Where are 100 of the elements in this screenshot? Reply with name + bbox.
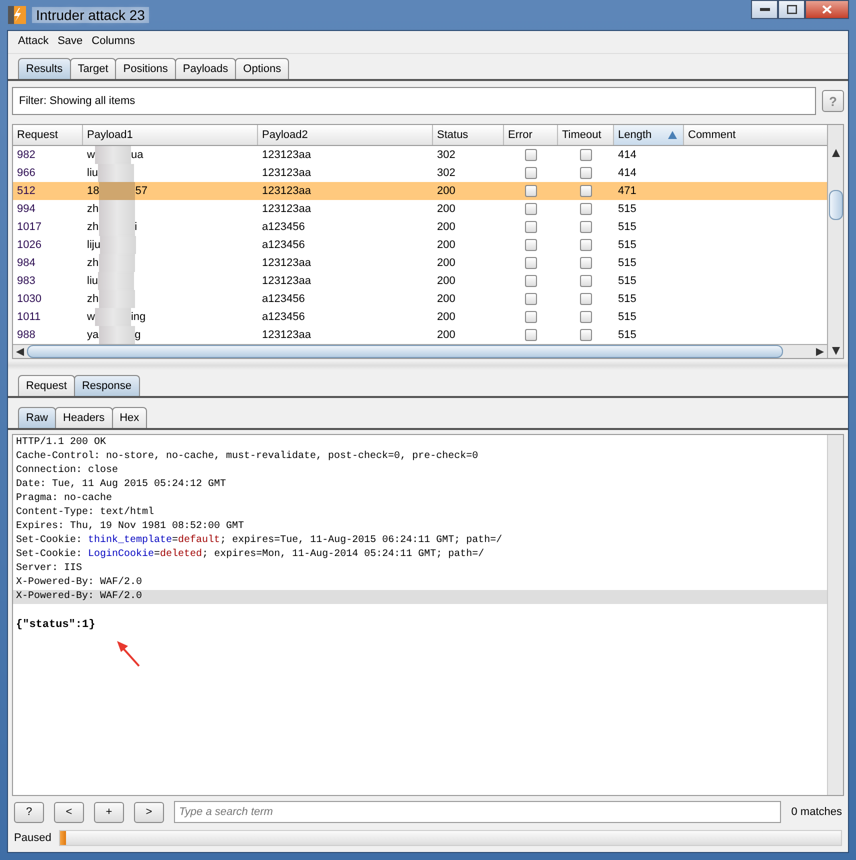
scroll-thumb[interactable]: [828, 190, 842, 220]
tab[interactable]: Request: [18, 375, 75, 396]
table-cell-text: 200: [436, 257, 456, 269]
table-row[interactable]: 1030 zh a123456 200 515: [13, 290, 827, 308]
search-field[interactable]: Type a search term: [174, 801, 782, 823]
response-line: Connection: close: [15, 464, 120, 478]
search-toolbar-button[interactable]: +: [94, 802, 124, 822]
response-line: X-Powered-By: WAF/2.0: [15, 576, 144, 590]
menu-item[interactable]: Attack: [18, 35, 49, 49]
table-row[interactable]: 1017 zh i a123456 200 515: [13, 218, 827, 236]
match-count: 0 matches: [791, 806, 842, 818]
tab[interactable]: Hex: [112, 407, 148, 428]
tab[interactable]: Headers: [55, 407, 113, 428]
table-cell-text: 414: [617, 167, 638, 179]
tab[interactable]: Raw: [18, 407, 56, 428]
response-line: Set-Cookie: LoginCookie=deleted; expires=Mon, 11-Aug-2014 05:24:11 GMT; path=/: [15, 548, 486, 562]
menu-item[interactable]: Columns: [92, 35, 136, 49]
response-line: Expires: Thu, 19 Nov 1981 08:52:00 GMT: [15, 520, 246, 534]
scroll-up-icon: [832, 149, 840, 157]
table-cell-text: 200: [436, 275, 456, 287]
table-cell-text: 515: [617, 311, 638, 323]
response-line: Cache-Control: no-store, no-cache, must-revalidate, post-check=0, pre-check=0: [15, 450, 480, 464]
redaction-blur: [98, 326, 135, 344]
column-header[interactable]: Length: [614, 125, 684, 145]
cell-text: liu: [87, 167, 98, 179]
cell-text: w: [87, 311, 95, 323]
splitter-handle[interactable]: [8, 361, 848, 370]
close-button[interactable]: [805, 0, 849, 19]
table-row[interactable]: 512 18 57 123123aa 200 471: [13, 182, 827, 200]
tab[interactable]: Payloads: [174, 58, 236, 79]
cell-text: zh: [87, 257, 99, 269]
minimize-icon: [760, 8, 770, 12]
table-cell-text: a123456: [261, 311, 306, 323]
table-cell-text: 515: [617, 221, 638, 233]
response-line: Server: IIS: [15, 562, 84, 576]
table-row[interactable]: 966 liu 123123aa 302 414: [13, 164, 827, 182]
maximize-button[interactable]: [778, 0, 805, 19]
search-toolbar-button[interactable]: <: [54, 802, 84, 822]
table-cell-text: 200: [436, 311, 456, 323]
minimize-button[interactable]: [751, 0, 778, 19]
menu-item[interactable]: Save: [58, 35, 83, 49]
table-cell-text: 200: [436, 203, 456, 215]
table-row[interactable]: 994 zh 123123aa 200 515: [13, 200, 827, 218]
table-cell-text: 200: [436, 239, 456, 251]
table-cell-text: 123123aa: [261, 275, 312, 287]
cell-text: zh: [87, 221, 99, 233]
table-cell-text: 123123aa: [261, 185, 312, 197]
vertical-scrollbar[interactable]: [827, 435, 843, 795]
table-cell-text: a123456: [261, 239, 306, 251]
column-header[interactable]: Payload2: [258, 125, 433, 145]
tab[interactable]: Results: [18, 58, 71, 79]
table-cell-text: 966: [16, 167, 36, 179]
table-row[interactable]: 984 zh 123123aa 200 515: [13, 254, 827, 272]
scroll-right-icon: [816, 348, 824, 356]
column-header[interactable]: Payload1: [83, 125, 258, 145]
table-cell-text: 1017: [16, 221, 42, 233]
cell-text: liju: [87, 239, 100, 251]
table-cell-text: 988: [16, 329, 36, 341]
table-row[interactable]: 1011 w ing a123456 200 515: [13, 308, 827, 326]
column-label: Payload2: [262, 129, 308, 141]
table-row[interactable]: 982 w ua 123123aa 302 414: [13, 146, 827, 164]
search-toolbar-button[interactable]: ?: [14, 802, 44, 822]
tab[interactable]: Target: [70, 58, 116, 79]
search-toolbar-button[interactable]: >: [134, 802, 164, 822]
table-cell-text: 1026: [16, 239, 42, 251]
table-row[interactable]: 988 ya g 123123aa 200 515: [13, 326, 827, 344]
cell-text: g: [134, 329, 141, 341]
sort-ascending-icon: [668, 131, 677, 139]
column-header[interactable]: Error: [504, 125, 558, 145]
scroll-down-icon: [832, 347, 840, 355]
table-cell-text: 123123aa: [261, 167, 312, 179]
column-header[interactable]: Comment: [684, 125, 827, 145]
lightning-icon: [8, 6, 26, 24]
table-row[interactable]: 983 liu 123123aa 200 515: [13, 272, 827, 290]
table-cell-text: 123123aa: [261, 257, 312, 269]
column-label: Request: [17, 129, 58, 141]
scroll-left-icon: [16, 348, 24, 356]
redaction-blur: [94, 146, 131, 164]
column-label: Length: [618, 129, 652, 141]
response-line: Set-Cookie: think_template=default; expires=Tue, 11-Aug-2015 06:24:11 GMT; path=/: [15, 534, 504, 548]
filter-bar[interactable]: Filter: Showing all items: [12, 87, 816, 115]
response-line: Date: Tue, 11 Aug 2015 05:24:12 GMT: [15, 478, 228, 492]
cell-text: liu: [87, 275, 98, 287]
tab[interactable]: Response: [74, 375, 140, 396]
table-row[interactable]: 1026 liju a123456 200 515: [13, 236, 827, 254]
column-label: Comment: [688, 129, 736, 141]
vertical-scrollbar[interactable]: [827, 125, 843, 358]
response-body: {"status":1}: [16, 619, 96, 631]
tab[interactable]: Options: [235, 58, 290, 79]
cell-text: ua: [130, 149, 144, 161]
table-cell-text: 515: [617, 275, 638, 287]
table-cell-text: 123123aa: [261, 149, 312, 161]
tab[interactable]: Positions: [115, 58, 176, 79]
table-cell-text: 123123aa: [261, 203, 312, 215]
response-line: Content-Type: text/html: [15, 506, 156, 520]
column-header[interactable]: Status: [433, 125, 504, 145]
table-cell-text: 512: [16, 185, 36, 197]
redaction-blur: [98, 164, 134, 182]
table-cell-text: 123123aa: [261, 329, 312, 341]
column-header[interactable]: Request: [13, 125, 83, 145]
